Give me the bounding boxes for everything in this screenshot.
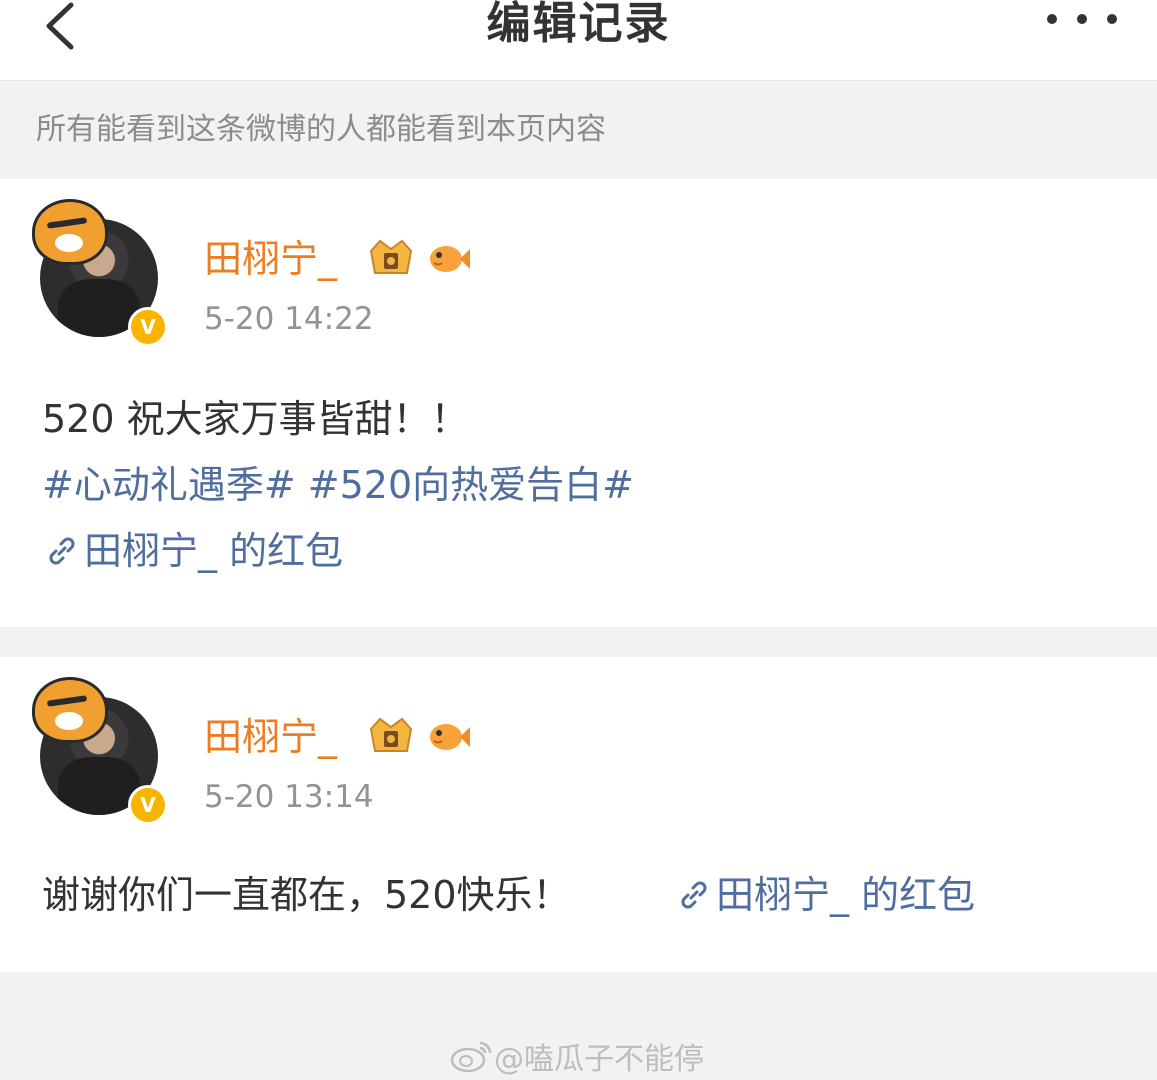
watermark-text: @嗑瓜子不能停 xyxy=(494,1042,704,1077)
post-time: 5-20 14:22 xyxy=(204,301,374,337)
red-packet-link-text: 田栩宁_ 的红包 xyxy=(84,529,344,573)
avatar[interactable]: V xyxy=(32,199,172,347)
fish-badge-icon xyxy=(430,724,470,750)
fish-badge-icon xyxy=(430,246,470,272)
avatar[interactable]: V xyxy=(32,677,172,825)
weibo-logo-icon xyxy=(450,1041,492,1073)
page-title: 编辑记录 xyxy=(486,0,671,49)
more-options-button[interactable] xyxy=(1047,4,1117,34)
crown-badge-icon xyxy=(369,717,413,752)
post-content: 谢谢你们一直都在，520快乐！ xyxy=(42,873,571,917)
link-icon xyxy=(681,881,707,909)
visibility-notice: 所有能看到这条微博的人都能看到本页内容 xyxy=(0,81,1157,179)
red-packet-link[interactable]: 田栩宁_ 的红包 xyxy=(676,869,975,921)
post-content: 520 祝大家万事皆甜！！ xyxy=(42,397,469,441)
top-navigation-bar: 编辑记录 xyxy=(0,0,1157,81)
edit-record-card: V 田栩宁_ 5-20 13:14 谢谢你们一直都在，520快乐！ 田栩宁_ 的… xyxy=(0,657,1157,972)
username[interactable]: 田栩宁_ xyxy=(204,237,337,281)
red-packet-link-text: 田栩宁_ 的红包 xyxy=(716,873,976,917)
edit-record-card: V 田栩宁_ 5-20 14:22 520 祝大家万事皆甜！！ #心动礼遇季# … xyxy=(0,179,1157,627)
tiger-avatar-frame-icon xyxy=(32,677,108,743)
verified-badge-icon: V xyxy=(128,785,168,825)
ellipsis-icon xyxy=(1047,14,1057,24)
post-time: 5-20 13:14 xyxy=(204,779,374,815)
link-icon xyxy=(49,537,75,565)
topic-tags[interactable]: #心动礼遇季# #520向热爱告白# xyxy=(42,459,634,511)
verified-badge-icon: V xyxy=(128,307,168,347)
username[interactable]: 田栩宁_ xyxy=(204,715,337,759)
tiger-avatar-frame-icon xyxy=(32,199,108,265)
red-packet-link[interactable]: 田栩宁_ 的红包 xyxy=(44,525,343,577)
crown-badge-icon xyxy=(369,239,413,274)
watermark: @嗑瓜子不能停 xyxy=(450,1034,704,1078)
